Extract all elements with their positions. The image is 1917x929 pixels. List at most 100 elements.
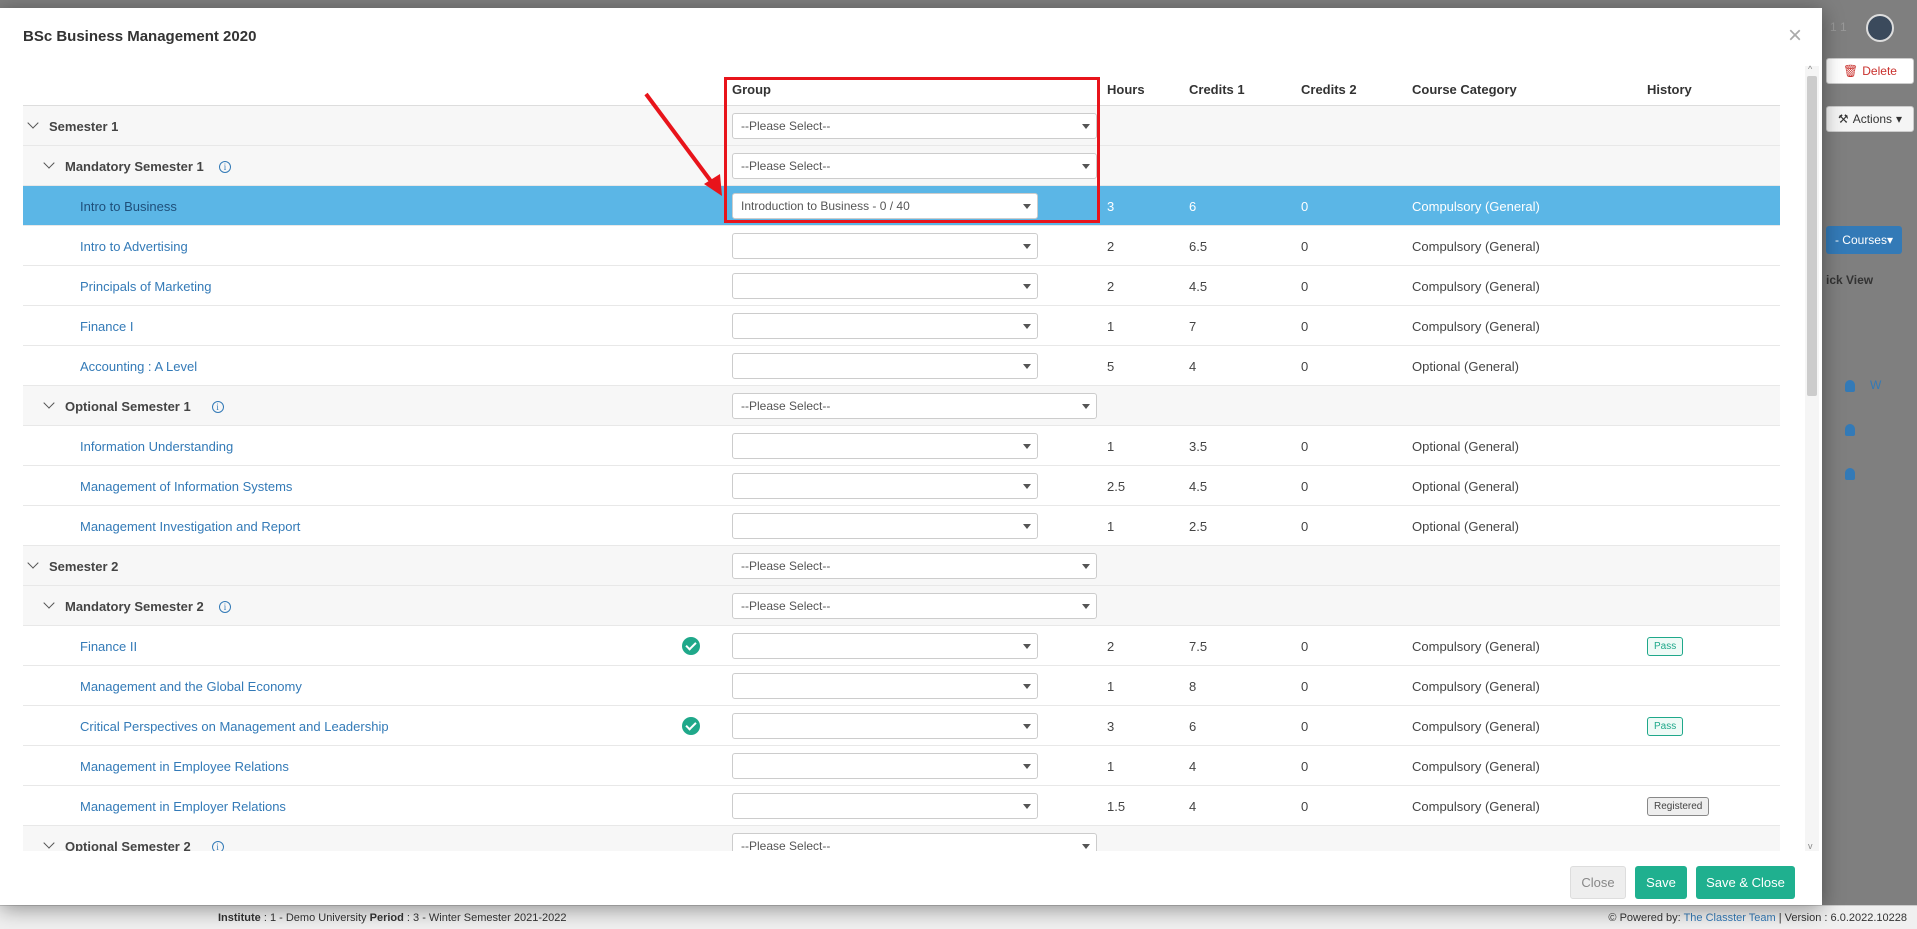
semester-row[interactable]: Semester 2 --Please Select-- xyxy=(23,546,1780,586)
group-select[interactable] xyxy=(732,633,1038,659)
scroll-thumb[interactable] xyxy=(1807,76,1817,396)
group-select[interactable] xyxy=(732,433,1038,459)
credits1-cell: 7 xyxy=(1189,319,1197,334)
caret-down-icon xyxy=(1023,684,1031,689)
group-select[interactable] xyxy=(732,513,1038,539)
group-select[interactable] xyxy=(732,673,1038,699)
scrollbar[interactable]: ^ v xyxy=(1805,64,1819,851)
table-row[interactable]: Intro to Advertising 2 6.5 0 Compulsory (Gen… xyxy=(23,226,1780,266)
group-select[interactable] xyxy=(732,473,1038,499)
actions-button[interactable]: ⚒ Actions ▾ xyxy=(1826,106,1914,132)
person-icon[interactable] xyxy=(1845,424,1855,436)
close-icon[interactable]: × xyxy=(1788,24,1802,48)
scroll-down-icon[interactable]: v xyxy=(1808,841,1813,851)
group-name: Semester 2 xyxy=(49,559,119,574)
info-icon[interactable]: i xyxy=(211,401,224,413)
scroll-up-icon[interactable]: ^ xyxy=(1808,64,1812,74)
course-link[interactable]: Management in Employer Relations xyxy=(80,799,286,814)
table-row[interactable]: Management Investigation and Report 1 2.5 0… xyxy=(23,506,1780,546)
course-link[interactable]: Management and the Global Economy xyxy=(80,679,302,694)
close-button[interactable]: Close xyxy=(1570,866,1626,899)
table-row[interactable]: Management and the Global Economy 1 8 0 Comp… xyxy=(23,666,1780,706)
table-row[interactable]: Critical Perspectives on Management and … xyxy=(23,706,1780,746)
table-row[interactable]: Principals of Marketing 2 4.5 0 Compulsory (… xyxy=(23,266,1780,306)
courses-button[interactable]: - Courses ▾ xyxy=(1826,226,1902,254)
table-row[interactable]: Finance II 2 7.5 0 Compulsory (General) Pass xyxy=(23,626,1780,666)
group-select[interactable] xyxy=(732,753,1038,779)
delete-button[interactable]: 🗑 Delete xyxy=(1826,58,1914,84)
course-link[interactable]: Principals of Marketing xyxy=(80,279,212,294)
chevron-down-icon[interactable] xyxy=(43,837,55,849)
avatar[interactable] xyxy=(1866,14,1894,42)
credits2-cell: 0 xyxy=(1301,799,1309,814)
table-row[interactable]: Accounting : A Level 5 4 0 Optional (General… xyxy=(23,346,1780,386)
caret-down-icon xyxy=(1082,604,1090,609)
section-row[interactable]: Mandatory Semester 2 i --Please Select-- xyxy=(23,586,1780,626)
course-link[interactable]: Finance I xyxy=(80,319,133,334)
course-link[interactable]: Finance II xyxy=(80,639,137,654)
group-select[interactable] xyxy=(732,353,1038,379)
course-link[interactable]: Management of Information Systems xyxy=(80,479,292,494)
group-select[interactable] xyxy=(732,233,1038,259)
hours-cell: 2 xyxy=(1107,639,1115,654)
save-button[interactable]: Save xyxy=(1635,866,1687,899)
person-icon[interactable] xyxy=(1845,468,1855,480)
course-link[interactable]: Intro to Advertising xyxy=(80,239,188,254)
table-row[interactable]: Management in Employer Relations 1.5 4 0 Com… xyxy=(23,786,1780,826)
section-row[interactable]: Optional Semester 2 i --Please Select-- xyxy=(23,826,1780,851)
status-bar: Institute : 1 - Demo University Period :… xyxy=(0,905,1917,929)
info-icon[interactable]: i xyxy=(219,161,231,173)
table-row[interactable]: Information Understanding 1 3.5 0 Optional (… xyxy=(23,426,1780,466)
credits1-cell: 4 xyxy=(1189,799,1197,814)
table-row[interactable]: Management in Employee Relations 1 4 0 Compu… xyxy=(23,746,1780,786)
course-link[interactable]: Information Understanding xyxy=(80,439,233,454)
person-icon[interactable] xyxy=(1845,380,1855,392)
history-badge: Registered xyxy=(1647,797,1710,816)
group-select[interactable]: --Please Select-- xyxy=(732,393,1097,419)
section-row[interactable]: Optional Semester 1 i --Please Select-- xyxy=(23,386,1780,426)
caret-down-icon: ▾ xyxy=(1896,112,1903,126)
course-link[interactable]: Management Investigation and Report xyxy=(80,519,300,534)
chevron-down-icon[interactable] xyxy=(27,557,39,569)
group-select[interactable] xyxy=(732,713,1038,739)
course-link[interactable]: Management in Employee Relations xyxy=(80,759,289,774)
col-credits1: Credits 1 xyxy=(1189,82,1245,97)
chevron-down-icon[interactable] xyxy=(43,397,55,409)
group-select[interactable] xyxy=(732,313,1038,339)
info-icon[interactable]: i xyxy=(219,601,231,613)
group-select[interactable]: --Please Select-- xyxy=(732,833,1097,851)
chevron-down-icon[interactable] xyxy=(43,157,55,169)
hours-cell: 1 xyxy=(1107,759,1115,774)
group-name: Mandatory Semester 1 xyxy=(65,159,204,174)
hours-cell: 3 xyxy=(1107,199,1115,214)
group-select[interactable]: --Please Select-- xyxy=(732,553,1097,579)
footer-powered: © Powered by: The Classter Team | Versio… xyxy=(1608,911,1907,924)
group-select[interactable]: --Please Select-- xyxy=(732,593,1097,619)
credits2-cell: 0 xyxy=(1301,239,1309,254)
category-cell: Compulsory (General) xyxy=(1412,639,1540,654)
caret-down-icon xyxy=(1023,484,1031,489)
chevron-down-icon[interactable] xyxy=(43,597,55,609)
hours-cell: 1 xyxy=(1107,679,1115,694)
credits1-cell: 8 xyxy=(1189,679,1197,694)
caret-down-icon xyxy=(1023,284,1031,289)
caret-down-icon xyxy=(1023,524,1031,529)
info-icon[interactable]: i xyxy=(211,841,224,851)
category-cell: Compulsory (General) xyxy=(1412,239,1540,254)
table-row[interactable]: Finance I 1 7 0 Compulsory (General) xyxy=(23,306,1780,346)
col-category: Course Category xyxy=(1412,82,1517,97)
chevron-down-icon[interactable] xyxy=(27,117,39,129)
course-link[interactable]: Critical Perspectives on Management and … xyxy=(80,719,389,734)
group-name: Mandatory Semester 2 xyxy=(65,599,204,614)
group-select[interactable] xyxy=(732,273,1038,299)
course-link[interactable]: Intro to Business xyxy=(80,199,177,214)
credits1-cell: 4 xyxy=(1189,759,1197,774)
team-link[interactable]: The Classter Team xyxy=(1684,912,1776,924)
course-link[interactable]: Accounting : A Level xyxy=(80,359,197,374)
save-and-close-button[interactable]: Save & Close xyxy=(1696,866,1795,899)
program-courses-modal: BSc Business Management 2020 × Group Hou… xyxy=(0,8,1822,905)
credits2-cell: 0 xyxy=(1301,279,1309,294)
credits2-cell: 0 xyxy=(1301,719,1309,734)
group-select[interactable] xyxy=(732,793,1038,819)
table-row[interactable]: Management of Information Systems 2.5 4.5 0… xyxy=(23,466,1780,506)
